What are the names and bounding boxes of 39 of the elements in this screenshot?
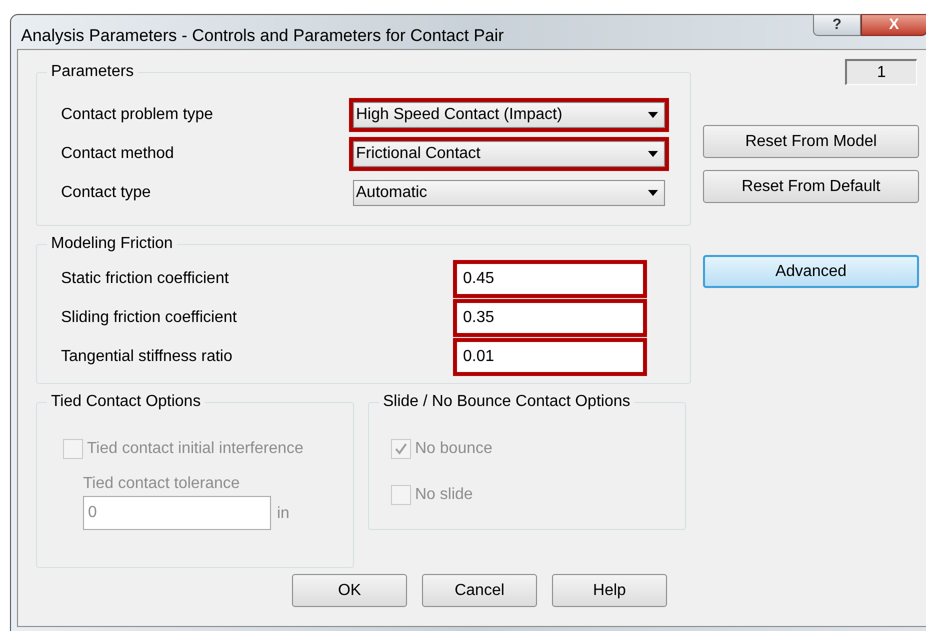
side-button[interactable]: Reset From Model [703, 125, 919, 158]
field-label: Sliding friction coefficient [61, 308, 238, 328]
dropdown-arrow-icon [648, 190, 658, 196]
side-button[interactable]: Reset From Default [703, 170, 919, 203]
field-label: Contact type [61, 182, 152, 202]
checkbox-label: No bounce [415, 439, 492, 459]
input-field[interactable]: 0.01 [453, 338, 647, 376]
checkbox-label: Tied contact initial interference [87, 439, 304, 459]
field-value: 0 [88, 503, 97, 523]
checkmark-icon [394, 442, 408, 456]
group-title: Tied Contact Options [47, 392, 205, 412]
dialog-button[interactable]: Help [552, 574, 667, 607]
field-label: Tied contact tolerance [83, 474, 241, 494]
checkbox-label: No slide [415, 485, 473, 505]
field-value: 0.45 [463, 268, 494, 288]
input-field[interactable]: 0.35 [453, 298, 647, 336]
side-button[interactable]: Advanced [703, 255, 919, 288]
dropdown-value: High Speed Contact (Impact) [356, 104, 564, 124]
dropdown-value: Frictional Contact [356, 144, 482, 164]
field-value: 0.35 [463, 308, 494, 328]
field-label: Contact method [61, 144, 175, 164]
dropdown[interactable]: High Speed Contact (Impact) [349, 98, 669, 132]
field-label: Tangential stiffness ratio [61, 346, 234, 366]
input-field[interactable]: 0.45 [453, 260, 647, 298]
dialog-button[interactable]: OK [292, 574, 407, 607]
field-label: Contact problem type [61, 104, 214, 124]
help-button[interactable]: ? [813, 14, 861, 36]
unit-label: in [277, 504, 290, 524]
dropdown-value: Automatic [356, 182, 428, 202]
field-value: 0.01 [463, 346, 494, 366]
dropdown[interactable]: Frictional Contact [349, 136, 669, 170]
dialog-button[interactable]: Cancel [422, 574, 537, 607]
dropdown-arrow-icon [648, 150, 658, 156]
field-label: Static friction coefficient [61, 268, 230, 288]
counter-value: 1 [877, 62, 886, 82]
group-title: Modeling Friction [47, 234, 177, 254]
dropdown-arrow-icon [648, 112, 658, 118]
group-title: Slide / No Bounce Contact Options [379, 392, 634, 412]
window-title: Analysis Parameters - Controls and Parameters for Contact Pair [21, 25, 504, 47]
